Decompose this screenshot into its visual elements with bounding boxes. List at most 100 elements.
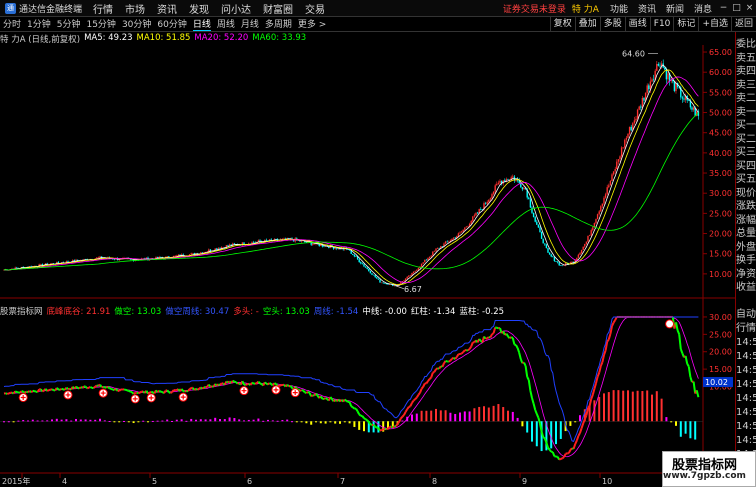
- ind-fast-seg: [548, 449, 552, 453]
- ind-fast-seg: [48, 388, 51, 392]
- ind-fast-seg: [419, 388, 423, 394]
- ind-fast-seg: [468, 345, 473, 350]
- candle-body: [590, 230, 592, 236]
- candle-body: [496, 183, 498, 186]
- candle-body: [420, 263, 423, 267]
- candle-body: [691, 107, 693, 110]
- ind-bar: [305, 421, 308, 424]
- ma60-line: [3, 112, 699, 271]
- quote-label-0: 委比: [736, 39, 756, 50]
- candle-body: [601, 203, 604, 207]
- ind-bar: [425, 410, 428, 422]
- ind-bar: [439, 410, 442, 422]
- quote-label-14: 总量: [736, 228, 756, 239]
- ind-fast-seg: [386, 427, 389, 431]
- ind-bar: [84, 419, 87, 422]
- ind-bar: [622, 390, 625, 422]
- ind-fast-seg: [611, 322, 615, 327]
- ind-bar: [51, 419, 53, 422]
- candle-body: [547, 248, 549, 253]
- ind-fast-seg: [278, 384, 282, 387]
- ind-fast-seg: [92, 385, 96, 389]
- candle-body: [368, 269, 370, 272]
- candle-body: [16, 267, 18, 269]
- close-icon[interactable]: ×: [743, 3, 756, 13]
- ind-fast-seg: [382, 428, 386, 431]
- ind-fast-seg: [580, 423, 585, 429]
- candle-body: [545, 244, 548, 249]
- kline-chart[interactable]: 65.00 60.00 55.00 50.00 45.00 40.00 35.00 30.00…: [0, 0, 736, 487]
- candle-body: [606, 187, 608, 195]
- ind-fast-seg: [315, 393, 319, 397]
- ind-fast-seg: [401, 414, 405, 418]
- ind-bar: [559, 421, 562, 439]
- ind-last-value: 10.02: [705, 378, 728, 387]
- ind-fast-seg: [590, 394, 594, 400]
- ind-bar: [41, 420, 44, 422]
- ind-bar: [233, 418, 236, 422]
- candle-body: [544, 243, 546, 245]
- candle-body: [611, 174, 613, 181]
- candle-body: [403, 280, 405, 282]
- header-ma5: MA5: 49.23: [84, 33, 133, 43]
- indicator-value-3: 多头: -: [233, 307, 259, 317]
- candle-body: [512, 176, 514, 178]
- ind-fast-seg: [14, 390, 18, 393]
- candle-body: [265, 239, 268, 241]
- tick-label-9: 14:56: [736, 435, 756, 446]
- ind-fast-seg: [230, 380, 234, 384]
- ind-bar: [27, 420, 29, 422]
- ind-bar: [214, 417, 217, 422]
- candle-body: [627, 134, 629, 138]
- ind-envelope-line: [3, 316, 699, 442]
- ind-fast-seg: [603, 350, 607, 356]
- ind-fast-seg: [577, 432, 581, 437]
- candle-body: [113, 259, 116, 260]
- ind-fast-seg: [689, 376, 693, 383]
- ind-bar: [636, 390, 639, 422]
- candle-body: [358, 259, 360, 263]
- ind-bar: [79, 419, 82, 422]
- ind-fast-seg: [5, 392, 8, 395]
- candle-body: [489, 198, 492, 200]
- ind-bar: [329, 421, 332, 423]
- ind-bar: [511, 411, 514, 422]
- ind-bar: [555, 421, 557, 445]
- ind-fast-seg: [170, 391, 173, 394]
- ind-fast-seg: [274, 382, 277, 385]
- ind-bar: [243, 420, 245, 422]
- candle-body: [366, 267, 368, 270]
- candle-body: [384, 283, 386, 284]
- ind-fast-seg: [352, 406, 356, 410]
- candle-body: [576, 257, 578, 260]
- candle-body: [422, 262, 424, 264]
- ind-bar: [75, 418, 77, 422]
- ind-fast-seg: [412, 398, 416, 402]
- candle-body: [625, 137, 628, 140]
- candle-body: [494, 185, 496, 192]
- quote-label-13: 涨幅: [736, 214, 756, 226]
- ind-fast-seg: [264, 381, 268, 385]
- ind-fast-seg: [491, 332, 495, 336]
- candle-body: [452, 237, 455, 239]
- ind-fast-seg: [235, 381, 239, 385]
- ind-bar: [694, 421, 697, 440]
- ind-bar: [12, 421, 15, 423]
- ind-bar: [281, 420, 284, 422]
- ind-fast-seg: [189, 387, 192, 390]
- tick-label-7: 14:56: [736, 407, 756, 418]
- price-label-2: 55.00: [709, 88, 732, 97]
- tick-label-0: 自动: [736, 309, 756, 320]
- indicator-value-2: 做空周线: 30.47: [165, 307, 230, 317]
- ind-fast-seg: [254, 382, 258, 385]
- candle-body: [609, 180, 612, 186]
- ind-fast-seg: [510, 336, 514, 339]
- ind-fast-seg: [441, 362, 445, 368]
- ind-bar: [463, 411, 466, 422]
- ind-bar: [276, 420, 279, 422]
- ind-fast-seg: [39, 388, 44, 393]
- tick-label-5: 14:56: [736, 379, 756, 390]
- ind-bar: [171, 420, 173, 422]
- ind-bar: [526, 421, 529, 433]
- ind-fast-seg: [534, 409, 538, 415]
